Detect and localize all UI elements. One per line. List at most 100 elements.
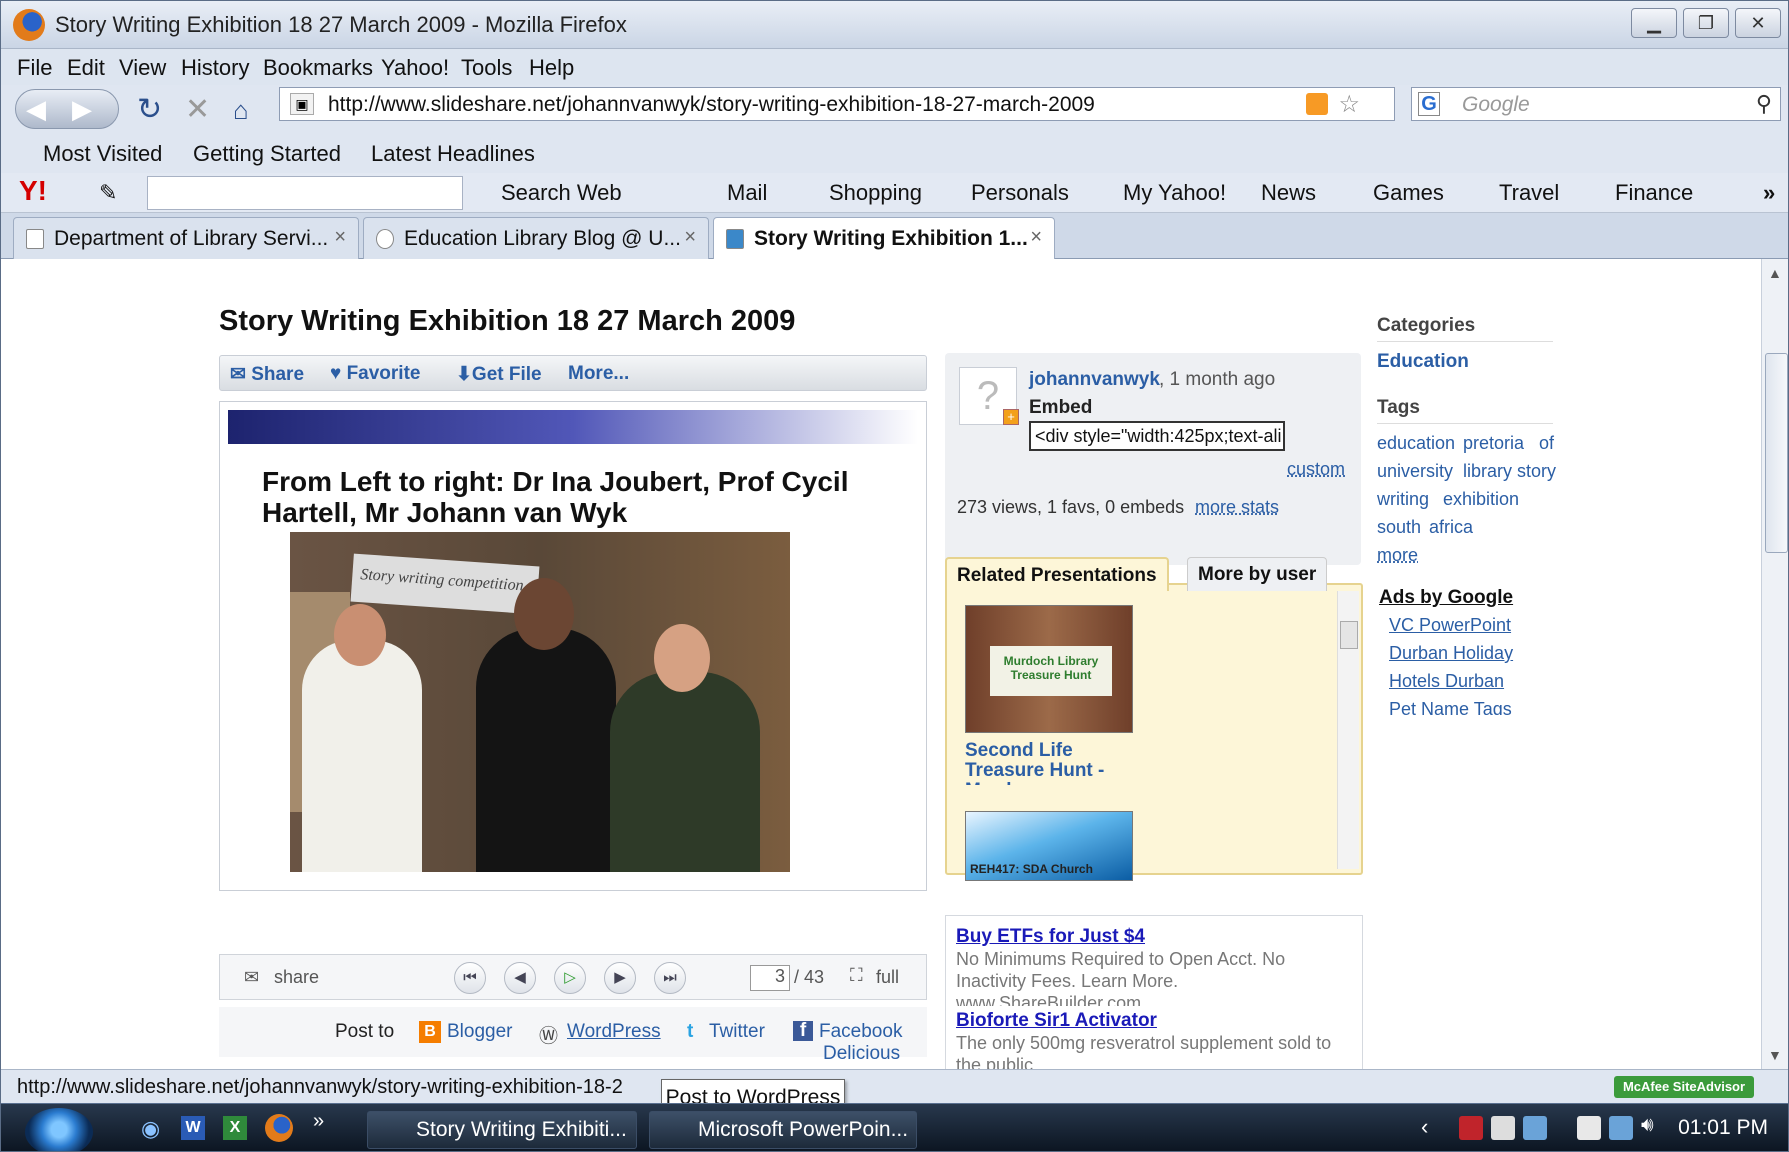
scroll-up-icon[interactable]: ▲ — [1768, 265, 1782, 281]
ad-2-headline[interactable]: Bioforte Sir1 Activator — [956, 1010, 1157, 1032]
blogger-icon[interactable]: B — [419, 1021, 441, 1043]
twitter-icon[interactable]: t — [687, 1021, 693, 1043]
post-wordpress[interactable]: WordPress — [567, 1021, 661, 1043]
quicklaunch-more-icon[interactable]: » — [313, 1110, 324, 1133]
embed-code-input[interactable]: <div style="width:425px;text-ali — [1029, 421, 1285, 451]
first-slide-button[interactable]: ⏮ — [454, 962, 486, 994]
yahoo-shopping[interactable]: Shopping — [829, 180, 922, 206]
yahoo-games[interactable]: Games — [1373, 180, 1444, 206]
tag-of[interactable]: of — [1539, 433, 1554, 454]
taskbar-firefox-window[interactable]: Story Writing Exhibiti... — [367, 1111, 637, 1149]
post-twitter[interactable]: Twitter — [709, 1021, 765, 1043]
menu-edit[interactable]: Edit — [67, 55, 105, 81]
ad-link-pet-name-tags[interactable]: Pet Name Tags — [1389, 699, 1512, 715]
restore-button[interactable]: ❐ — [1683, 8, 1729, 38]
more-action[interactable]: More... — [568, 363, 629, 385]
google-engine-icon[interactable]: G — [1418, 92, 1440, 116]
yahoo-travel[interactable]: Travel — [1499, 180, 1559, 206]
fullscreen-icon[interactable]: ⛶ — [850, 965, 863, 986]
expand-icon[interactable]: + — [1003, 409, 1019, 425]
stop-icon[interactable]: ✕ — [185, 95, 210, 125]
yahoo-my-yahoo[interactable]: My Yahoo! — [1123, 180, 1226, 206]
ad-link-hotels-durban[interactable]: Hotels Durban — [1389, 671, 1504, 692]
play-button[interactable]: ▷ — [554, 962, 586, 994]
tab-related-presentations[interactable]: Related Presentations — [945, 557, 1169, 591]
mcafee-tray-icon[interactable] — [1459, 1116, 1483, 1140]
close-tab-icon[interactable]: × — [334, 226, 346, 249]
scroll-down-icon[interactable]: ▼ — [1768, 1047, 1782, 1063]
yahoo-mail[interactable]: Mail — [727, 180, 767, 206]
minimize-button[interactable]: ▁ — [1631, 8, 1677, 38]
prev-slide-button[interactable]: ◀ — [504, 962, 536, 994]
page-number-input[interactable]: 3 — [750, 965, 790, 991]
related-scroll-thumb[interactable] — [1340, 621, 1358, 649]
close-tab-icon[interactable]: × — [1030, 226, 1042, 249]
next-slide-button[interactable]: ▶ — [604, 962, 636, 994]
quicklaunch-word-icon[interactable]: W — [181, 1116, 205, 1140]
ad-1-headline[interactable]: Buy ETFs for Just $4 — [956, 926, 1145, 948]
menu-view[interactable]: View — [119, 55, 166, 81]
power-tray-icon[interactable] — [1577, 1116, 1601, 1140]
related-thumbnail-2[interactable]: REH417: SDA Church — [965, 811, 1133, 881]
share-link[interactable]: share — [274, 967, 319, 988]
volume-icon[interactable]: 🔊︎ — [1641, 1114, 1654, 1137]
menu-file[interactable]: File — [17, 55, 52, 81]
menu-help[interactable]: Help — [529, 55, 574, 81]
related-scrollbar[interactable] — [1337, 591, 1359, 869]
yahoo-news[interactable]: News — [1261, 180, 1316, 206]
more-stats-link[interactable]: more stats — [1195, 497, 1279, 518]
tab-education-blog[interactable]: Education Library Blog @ U... × — [363, 217, 709, 259]
search-icon[interactable]: ⚲ — [1756, 91, 1772, 117]
ads-by-google-label[interactable]: Ads by Google — [1379, 587, 1513, 609]
yahoo-search-web[interactable]: Search Web — [501, 180, 622, 206]
post-facebook[interactable]: Facebook — [819, 1021, 902, 1043]
menu-bookmarks[interactable]: Bookmarks — [263, 55, 373, 81]
yahoo-search-input[interactable] — [147, 176, 463, 210]
ad-link-durban-holiday[interactable]: Durban Holiday — [1389, 643, 1513, 664]
back-icon[interactable]: ◀ — [26, 94, 46, 125]
rss-icon[interactable] — [1306, 93, 1328, 115]
close-tab-icon[interactable]: × — [684, 226, 696, 249]
menu-history[interactable]: History — [181, 55, 249, 81]
display-tray-icon[interactable] — [1491, 1116, 1515, 1140]
tag-pretoria[interactable]: pretoria — [1463, 433, 1524, 454]
home-icon[interactable]: ⌂ — [233, 95, 249, 125]
ad-1-url[interactable]: www.ShareBuilder.com — [956, 992, 1336, 1006]
get-file-action[interactable]: ⬇Get File — [456, 363, 542, 386]
related-title-1[interactable]: Second Life Treasure Hunt - Murdoc... — [965, 741, 1125, 785]
url-bar[interactable]: ▣ http://www.slideshare.net/johannvanwyk… — [279, 87, 1395, 121]
menu-yahoo[interactable]: Yahoo! — [381, 55, 449, 81]
wordpress-icon[interactable]: Ⓦ — [539, 1021, 558, 1048]
yahoo-finance[interactable]: Finance — [1615, 180, 1693, 206]
quicklaunch-ie-icon[interactable]: ◉ — [141, 1116, 160, 1142]
mcafee-siteadvisor-badge[interactable]: McAfee SiteAdvisor — [1614, 1076, 1754, 1098]
custom-embed-link[interactable]: custom — [1287, 459, 1345, 480]
facebook-icon[interactable]: f — [793, 1021, 813, 1041]
bookmark-most-visited[interactable]: Most Visited — [43, 141, 162, 167]
page-scrollbar[interactable]: ▲ ▼ — [1761, 259, 1788, 1069]
share-icon[interactable]: ✉ — [244, 967, 259, 988]
close-button[interactable]: ✕ — [1735, 8, 1781, 38]
tag-south[interactable]: south — [1377, 517, 1421, 538]
tab-library-services[interactable]: Department of Library Servi... × — [13, 217, 359, 259]
last-slide-button[interactable]: ⏭ — [654, 962, 686, 994]
tag-writing[interactable]: writing — [1377, 489, 1429, 510]
related-thumbnail-1[interactable]: Murdoch Library Treasure Hunt — [965, 605, 1133, 733]
fullscreen-link[interactable]: full — [876, 967, 899, 988]
url-text[interactable]: http://www.slideshare.net/johannvanwyk/s… — [328, 93, 1095, 117]
forward-icon[interactable]: ▶ — [72, 94, 92, 125]
tab-story-writing[interactable]: Story Writing Exhibition 1... × — [713, 217, 1055, 261]
bookmark-getting-started[interactable]: Getting Started — [193, 141, 341, 167]
category-education[interactable]: Education — [1377, 351, 1469, 373]
page-scroll-thumb[interactable] — [1765, 353, 1788, 553]
tag-education[interactable]: education — [1377, 433, 1455, 454]
quicklaunch-firefox-icon[interactable] — [265, 1114, 293, 1142]
bookmark-star-icon[interactable]: ☆ — [1338, 90, 1360, 119]
tag-exhibition[interactable]: exhibition — [1443, 489, 1519, 510]
ad-link-vc-powerpoint[interactable]: VC PowerPoint — [1389, 615, 1511, 636]
tag-library[interactable]: library — [1463, 461, 1512, 482]
yahoo-personals[interactable]: Personals — [971, 180, 1069, 206]
favorite-action[interactable]: ♥ Favorite — [330, 363, 420, 385]
tag-story[interactable]: story — [1517, 461, 1556, 482]
tab-more-by-user[interactable]: More by user — [1187, 557, 1328, 591]
